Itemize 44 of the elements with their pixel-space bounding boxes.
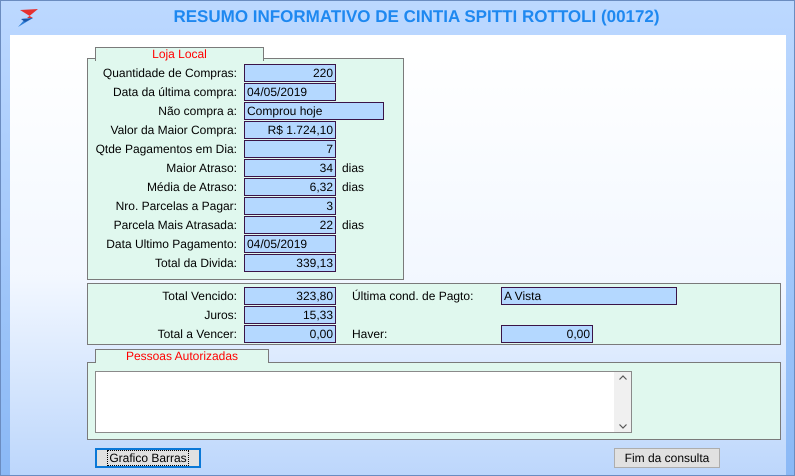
- value-field: 220: [244, 64, 336, 82]
- value-field: 339,13: [244, 254, 336, 272]
- value-field: 6,32: [244, 178, 336, 196]
- field-label: Haver:: [352, 326, 388, 342]
- field-label: Média de Atraso:: [146, 178, 237, 196]
- action-button[interactable]: Fim da consulta: [614, 448, 720, 468]
- field-label: Total a Vencer:: [156, 326, 237, 342]
- field-label: Total da Divida:: [154, 254, 237, 272]
- field-label: Quantidade de Compras:: [102, 64, 237, 82]
- value-field: 22: [244, 216, 336, 234]
- value-field: Comprou hoje: [244, 102, 384, 120]
- field-label: Parcela Mais Atrasada:: [112, 216, 237, 234]
- value-field: R$ 1.724,10: [244, 120, 336, 138]
- field-label: Não compra a:: [157, 102, 237, 120]
- value-field: 15,33: [244, 306, 336, 324]
- field-label: Data Ultimo Pagamento:: [105, 236, 237, 252]
- unit-label: dias: [342, 216, 364, 234]
- field-label: Valor da Maior Compra:: [110, 122, 237, 138]
- field-label: Última cond. de Pagto:: [352, 288, 474, 304]
- logo-icon: [17, 9, 39, 27]
- field-label: Maior Atraso:: [165, 160, 237, 176]
- value-field: 34: [244, 158, 336, 176]
- value-field: 323,80: [244, 286, 336, 304]
- field-label: Total Vencido:: [161, 288, 237, 304]
- value-field: 0,00: [244, 324, 336, 342]
- window-title: RESUMO INFORMATIVO DE CINTIA SPITTI ROTTOLI (00172): [172, 6, 661, 28]
- scroll-down-icon[interactable]: [618, 424, 626, 429]
- value-field: 04/05/2019: [244, 234, 336, 252]
- field-label: Nro. Parcelas a Pagar:: [114, 198, 237, 214]
- unit-label: dias: [342, 178, 364, 196]
- value-field: 04/05/2019: [244, 82, 336, 100]
- value-field: 3: [244, 196, 336, 214]
- group-title: Pessoas Autorizadas: [95, 349, 269, 363]
- unit-label: dias: [342, 160, 364, 176]
- value-field: A Vista: [501, 286, 677, 304]
- value-field: 7: [244, 140, 336, 158]
- action-button[interactable]: Grafico Barras: [95, 448, 201, 468]
- field-label: Juros:: [203, 306, 237, 324]
- value-field: 0,00: [501, 324, 593, 342]
- scroll-up-icon[interactable]: [618, 375, 626, 380]
- field-label: Qtde Pagamentos em Dia:: [94, 140, 237, 158]
- text-area[interactable]: [95, 371, 632, 433]
- field-label: Data da última compra:: [112, 84, 237, 100]
- group-title: Loja Local: [95, 47, 264, 61]
